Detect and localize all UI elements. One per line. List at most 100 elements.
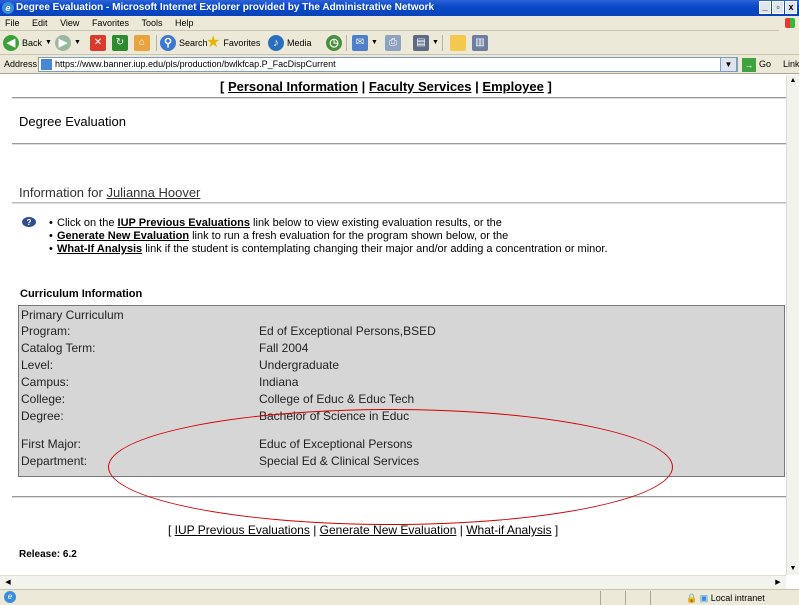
- back-label: Back: [22, 38, 43, 48]
- menu-bar: File Edit View Favorites Tools Help: [0, 16, 799, 31]
- personal-information-link[interactable]: Personal Information: [228, 79, 358, 94]
- vertical-scrollbar[interactable]: ▲ ▼: [786, 75, 799, 575]
- curriculum-title: Curriculum Information: [20, 288, 143, 300]
- menu-tools[interactable]: Tools: [136, 16, 167, 31]
- favorites-label: Favorites: [223, 38, 261, 48]
- edit-button[interactable]: ▤ ▼: [413, 34, 439, 52]
- chevron-down-icon: ▼: [432, 39, 439, 46]
- table-row: Degree: Bachelor of Science in Educ: [21, 408, 781, 424]
- instruction-item: Generate New Evaluation link to run a fr…: [20, 230, 608, 243]
- table-row: Level: Undergraduate: [21, 357, 781, 373]
- row-value: Special Ed & Clinical Services: [259, 454, 420, 468]
- media-button[interactable]: ♪ Media: [268, 34, 312, 52]
- row-label: Department:: [21, 454, 88, 468]
- row-label: Catalog Term:: [21, 341, 96, 355]
- row-value: Ed of Exceptional Persons,BSED: [259, 324, 436, 338]
- menu-file[interactable]: File: [0, 16, 25, 31]
- mail-button[interactable]: ✉ ▼: [352, 34, 378, 52]
- what-if-analysis-bottom-link[interactable]: What-if Analysis: [466, 523, 551, 537]
- row-label: Degree:: [21, 409, 64, 423]
- favorites-button[interactable]: ★ Favorites: [206, 34, 260, 52]
- what-if-analysis-link[interactable]: What-If Analysis: [57, 243, 142, 255]
- table-row: College: College of Educ & Educ Tech: [21, 391, 781, 407]
- row-value: College of Educ & Educ Tech: [259, 392, 415, 406]
- back-button[interactable]: ◀ Back ▼: [3, 34, 52, 52]
- info-line: Information for Julianna Hoover: [19, 185, 200, 200]
- bracket: ]: [551, 523, 559, 537]
- page-status-icon: e: [4, 591, 16, 603]
- forward-arrow-icon: ▶: [55, 35, 71, 51]
- table-row: Program: Ed of Exceptional Persons,BSED: [21, 323, 781, 339]
- instruction-text: link if the student is contemplating cha…: [142, 243, 608, 255]
- student-name-link[interactable]: Julianna Hoover: [106, 185, 200, 200]
- divider: [12, 97, 786, 99]
- faculty-services-link[interactable]: Faculty Services: [369, 79, 472, 94]
- status-bar: e 🔒 ▣ Local intranet: [0, 589, 799, 605]
- scroll-down-icon[interactable]: ▼: [787, 563, 799, 575]
- separator: |: [361, 79, 366, 94]
- table-row: First Major: Educ of Exceptional Persons: [21, 436, 781, 452]
- separator: |: [309, 523, 320, 537]
- maximize-button[interactable]: ▫: [772, 1, 784, 14]
- zone-label: Local intranet: [710, 593, 765, 603]
- iup-previous-evaluations-link[interactable]: IUP Previous Evaluations: [118, 217, 250, 229]
- home-button[interactable]: ⌂: [134, 34, 150, 52]
- print-button[interactable]: ⎙: [385, 34, 401, 52]
- toolbar: ◀ Back ▼ ▶ ▼ ✕ ↻ ⌂ ⚲ Search ★ Favorites …: [0, 31, 799, 55]
- stop-button[interactable]: ✕: [90, 34, 106, 52]
- links-button[interactable]: Link: [783, 59, 799, 69]
- instruction-item: What-If Analysis link if the student is …: [20, 243, 608, 256]
- folder-button[interactable]: [450, 34, 466, 52]
- back-arrow-icon: ◀: [3, 35, 19, 51]
- bracket: [: [220, 79, 225, 94]
- chevron-down-icon: ▼: [45, 39, 52, 46]
- generate-new-evaluation-bottom-link[interactable]: Generate New Evaluation: [320, 523, 457, 537]
- minimize-button[interactable]: _: [759, 1, 771, 14]
- page-content: [ Personal Information | Faculty Service…: [0, 75, 786, 575]
- top-navigation: [ Personal Information | Faculty Service…: [220, 79, 552, 94]
- research-icon: ▥: [472, 35, 488, 51]
- chevron-down-icon: ▼: [371, 39, 378, 46]
- folder-icon: [450, 35, 466, 51]
- instruction-text: link to run a fresh evaluation for the p…: [189, 230, 509, 242]
- separator: |: [456, 523, 467, 537]
- page-title: Degree Evaluation: [19, 114, 126, 129]
- print-icon: ⎙: [385, 35, 401, 51]
- generate-new-evaluation-link[interactable]: Generate New Evaluation: [57, 230, 189, 242]
- info-prefix: Information for: [19, 185, 107, 200]
- horizontal-scrollbar[interactable]: ◀ ▶: [0, 575, 786, 589]
- divider: [12, 143, 786, 145]
- stop-icon: ✕: [90, 35, 106, 51]
- menu-favorites[interactable]: Favorites: [87, 16, 134, 31]
- scroll-up-icon[interactable]: ▲: [787, 75, 799, 87]
- scroll-right-icon[interactable]: ▶: [772, 577, 784, 589]
- divider: [12, 202, 786, 204]
- search-button[interactable]: ⚲ Search: [160, 34, 208, 52]
- row-value: Bachelor of Science in Educ: [259, 409, 410, 423]
- close-button[interactable]: x: [785, 1, 797, 14]
- row-label: Level:: [21, 358, 54, 372]
- instructions: ? Click on the IUP Previous Evaluations …: [20, 217, 608, 256]
- row-label: Campus:: [21, 375, 70, 389]
- curriculum-header-label: Primary Curriculum: [21, 308, 124, 322]
- menu-view[interactable]: View: [55, 16, 84, 31]
- window-title-bar: e Degree Evaluation - Microsoft Internet…: [0, 0, 799, 16]
- research-button[interactable]: ▥: [472, 34, 488, 52]
- refresh-icon: ↻: [112, 35, 128, 51]
- iup-previous-evaluations-bottom-link[interactable]: IUP Previous Evaluations: [175, 523, 310, 537]
- address-dropdown-button[interactable]: ▼: [720, 57, 737, 72]
- window-title: Degree Evaluation - Microsoft Internet E…: [16, 2, 435, 13]
- go-button[interactable]: → Go: [742, 57, 771, 72]
- instruction-text: Click on the: [57, 217, 118, 229]
- forward-button[interactable]: ▶ ▼: [55, 34, 81, 52]
- scroll-left-icon[interactable]: ◀: [2, 577, 14, 589]
- address-input[interactable]: https://www.banner.iup.edu/pls/productio…: [38, 57, 738, 72]
- menu-edit[interactable]: Edit: [27, 16, 53, 31]
- bracket: [: [168, 523, 175, 537]
- search-icon: ⚲: [160, 35, 176, 51]
- history-button[interactable]: ◷: [326, 34, 342, 52]
- curriculum-table: Primary Curriculum Program: Ed of Except…: [18, 305, 785, 477]
- menu-help[interactable]: Help: [170, 16, 199, 31]
- refresh-button[interactable]: ↻: [112, 34, 128, 52]
- employee-link[interactable]: Employee: [482, 79, 543, 94]
